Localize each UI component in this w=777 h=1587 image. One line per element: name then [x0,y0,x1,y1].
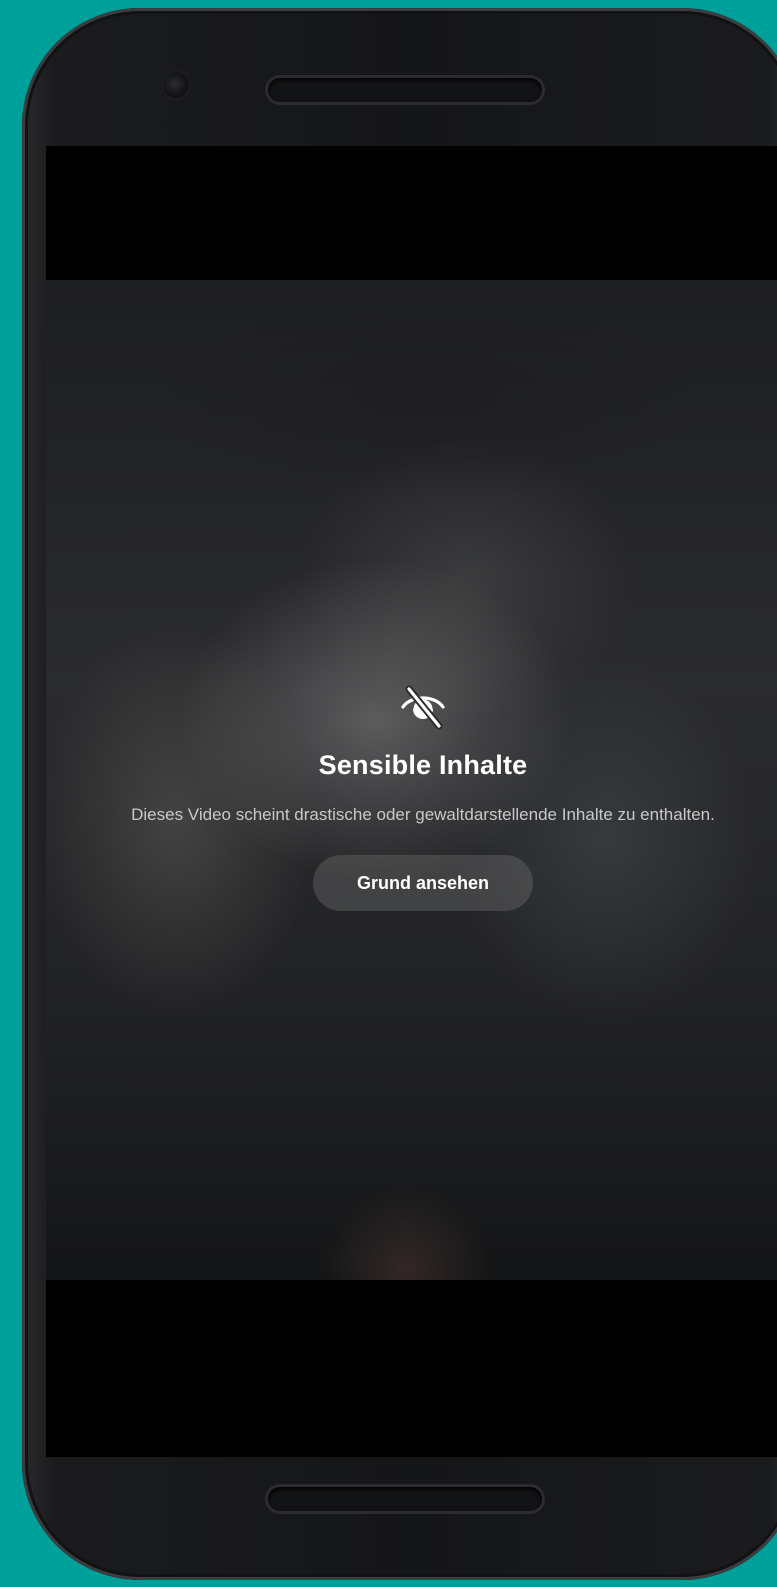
sensitive-content-overlay: Sensible Inhalte Dieses Video scheint dr… [46,680,777,911]
video-player[interactable]: Sensible Inhalte Dieses Video scheint dr… [46,280,777,1280]
phone-screen: Sensible Inhalte Dieses Video scheint dr… [46,146,777,1457]
phone-frame: Sensible Inhalte Dieses Video scheint dr… [22,8,777,1580]
earpiece-speaker [268,78,542,102]
eye-slash-icon [401,685,445,730]
overlay-title: Sensible Inhalte [318,750,528,780]
front-camera [163,72,189,98]
overlay-description: Dieses Video scheint drastische oder gew… [131,805,715,824]
bottom-speaker [268,1487,542,1511]
view-reason-button[interactable]: Grund ansehen [313,855,533,911]
